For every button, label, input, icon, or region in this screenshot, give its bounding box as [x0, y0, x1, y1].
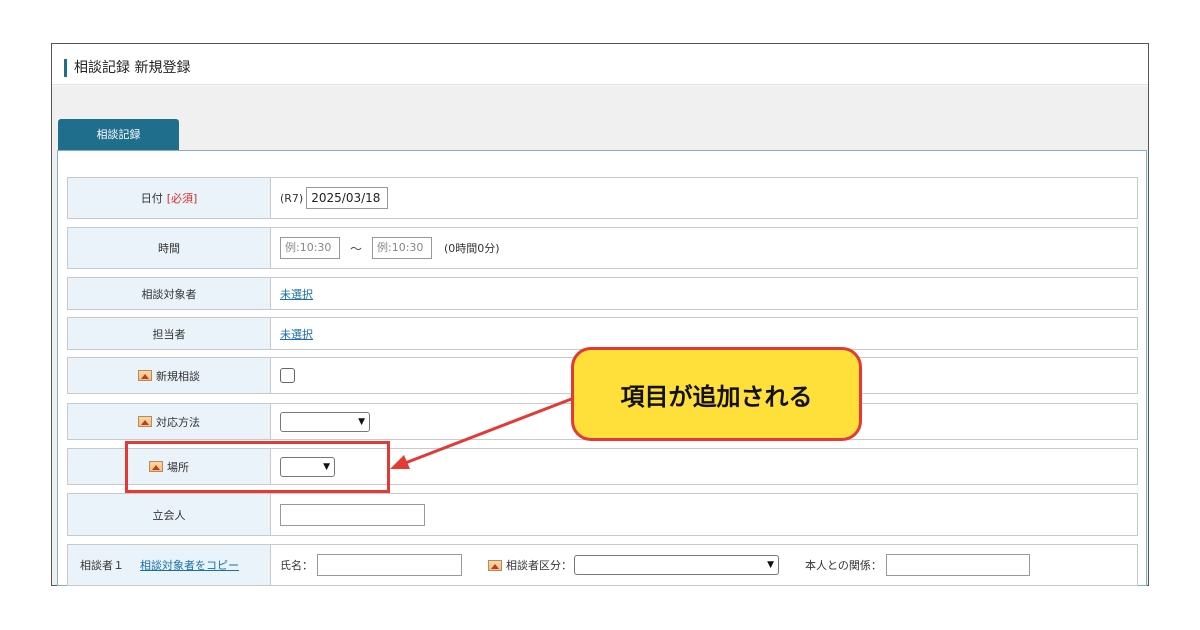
name-input[interactable]	[317, 554, 462, 576]
method-select[interactable]: ▼	[280, 411, 370, 432]
page-title: 相談記録 新規登録	[74, 60, 191, 76]
subject-value-cell: 未選択	[280, 278, 1137, 309]
name-label: 氏名：	[280, 559, 313, 572]
method-label: 対応方法	[68, 404, 271, 439]
relation-input[interactable]	[885, 554, 1030, 576]
place-value-cell: ▼	[280, 449, 1137, 484]
date-value-cell: (R7) 2025/03/18	[280, 178, 1137, 218]
staff-label: 担当者	[68, 318, 271, 349]
copy-subject-link[interactable]: 相談対象者をコピー	[140, 557, 239, 573]
new-consultation-checkbox[interactable]	[280, 368, 295, 383]
chevron-down-icon: ▼	[767, 560, 774, 570]
time-label: 時間	[68, 228, 271, 268]
subject-label: 相談対象者	[68, 278, 271, 309]
title-accent-bar	[64, 59, 67, 77]
row-consultant-1: 相談者１ 相談対象者をコピー 氏名： 相談者区分： ▼ 本人との関係：	[67, 544, 1138, 586]
category-label: 相談者区分：	[506, 559, 572, 572]
consultant-1-value-cell: 氏名： 相談者区分： ▼ 本人との関係：	[280, 545, 1137, 585]
date-label: 日付 [必須]	[68, 178, 271, 218]
row-attendee: 立会人	[67, 493, 1138, 536]
staff-select-link[interactable]: 未選択	[280, 326, 313, 342]
date-input[interactable]: 2025/03/18	[306, 187, 389, 209]
start-time-input[interactable]: 例:10:30	[280, 237, 340, 259]
era-label: (R7)	[280, 191, 304, 205]
image-icon	[138, 370, 152, 381]
tab-consultation-record[interactable]: 相談記録	[58, 119, 179, 150]
time-value-cell: 例:10:30 ～ 例:10:30 (0時間0分)	[280, 228, 1137, 268]
relation-label: 本人との関係：	[805, 559, 882, 572]
page-header: 相談記録 新規登録	[52, 44, 1148, 85]
row-time: 時間 例:10:30 ～ 例:10:30 (0時間0分)	[67, 227, 1138, 269]
image-icon	[488, 559, 502, 571]
category-select[interactable]: ▼	[574, 555, 779, 575]
highlight-box	[125, 441, 390, 493]
new-consultation-label: 新規相談	[68, 358, 271, 393]
row-subject: 相談対象者 未選択	[67, 277, 1138, 310]
time-separator: ～	[350, 241, 363, 256]
staff-value-cell: 未選択	[280, 318, 1137, 349]
attendee-label: 立会人	[68, 494, 271, 535]
required-badge: [必須]	[166, 192, 198, 205]
consultant-1-label: 相談者１ 相談対象者をコピー	[68, 545, 271, 585]
chevron-down-icon: ▼	[358, 416, 365, 427]
duration-text: (0時間0分)	[444, 242, 500, 255]
attendee-value-cell	[280, 494, 1137, 535]
annotation-callout: 項目が追加される	[571, 347, 862, 441]
end-time-input[interactable]: 例:10:30	[372, 237, 433, 259]
row-staff: 担当者 未選択	[67, 317, 1138, 350]
row-date: 日付 [必須] (R7) 2025/03/18	[67, 177, 1138, 219]
subject-select-link[interactable]: 未選択	[280, 286, 313, 302]
attendee-input[interactable]	[280, 503, 425, 526]
image-icon	[138, 416, 152, 427]
